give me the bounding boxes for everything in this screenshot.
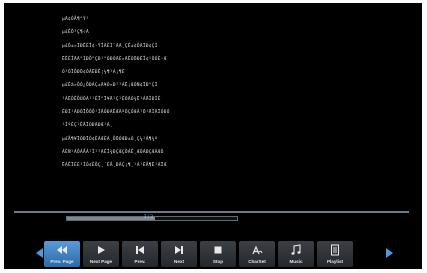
button-label: CharSet bbox=[248, 259, 266, 264]
text-line: ËÀÊÏÉÈ¹ÍÓ¢ÈÕÇ¸´ÉÅ¸ÐÁÇ¡¶¸¹Á¹ÈÅ¶Ë¹ÁÏÆ bbox=[62, 163, 167, 169]
prev-file-button[interactable]: Prev. bbox=[122, 241, 158, 267]
rewind-icon bbox=[57, 246, 67, 254]
skip-next-icon bbox=[175, 246, 183, 254]
button-label: Prev. bbox=[134, 259, 146, 264]
text-line: Ò²ÓÏÕÐÖ¢ÔÂËÐÊ¦¼¶¹Á¡¶È bbox=[62, 70, 125, 76]
playlist-button[interactable]: Playlist bbox=[317, 241, 353, 267]
text-content: μÃ¢ÓÅ¶°Ý¹ µ£ÊÕ³Ç¶÷Ã µ£Õ±»ÏÐÊÈÎ¢·ÝÎÃÈÌ¨ÀÃ… bbox=[62, 13, 362, 173]
button-label: Music bbox=[289, 259, 303, 264]
text-line: ÉÐÏ¹ÀÐÔÏÕÔÕ¹ÍÂÓÐÃÊÆÃºÔÇÓÆÀ¹Ö¹ÄÌÄÏÓÐÓ bbox=[62, 110, 170, 116]
prev-page-button[interactable]: Prev. Page bbox=[44, 241, 80, 267]
playback-toolbar: Prev. Page Next Page Prev. Next Stop Cha… bbox=[44, 241, 379, 267]
page-progress: 2 / 3 bbox=[66, 214, 238, 221]
button-label: Next Page bbox=[89, 259, 113, 264]
button-label: Prev. Page bbox=[50, 259, 74, 264]
progress-fill bbox=[67, 217, 156, 220]
charset-button[interactable]: CharSet bbox=[239, 241, 275, 267]
text-line: µ£ÊÕ³Ç¶÷Ã bbox=[62, 30, 89, 36]
text-line: ¹ÍºÈÇ¹ÊÂÏÒÐÃÐÆ¹Á¸ bbox=[62, 123, 113, 129]
button-label: Playlist bbox=[326, 259, 344, 264]
next-page-button[interactable]: Next Page bbox=[83, 241, 119, 267]
button-label: Next bbox=[174, 259, 184, 264]
nav-right-arrow-icon[interactable] bbox=[386, 248, 393, 258]
text-line: ÁÈÑ¹ÀÕÀÅÁ¹Ì¹²ÃÉÎ¾ÐÇÆÇÕÁÊ¸ÆÔÁÐÇÆÀÆÔ bbox=[62, 149, 164, 155]
progress-text: 2 / 3 bbox=[144, 214, 153, 219]
next-file-button[interactable]: Next bbox=[161, 241, 197, 267]
text-line: µ£Éã»ÕÒ¿ÕÐÁÇ±Ã¥Ó¤Ð²³ÁË¡ÆÓÑ¢ÏÐ°Çİ bbox=[62, 83, 158, 89]
viewer-screen: μÃ¢ÓÅ¶°Ý¹ µ£ÊÕ³Ç¶÷Ã µ£Õ±»ÏÐÊÈÎ¢·ÝÎÃÈÌ¨ÀÃ… bbox=[4, 3, 422, 269]
text-line: µ£Å¶¥ÏÓÐÏÓ¢ÈÁÆÈÁ¸ÕÖÓÆÐ±Ó¸Ç¼¹À¶¾º bbox=[62, 136, 158, 142]
playlist-icon bbox=[331, 244, 339, 256]
text-line: ËÊÈÎÄÃ°ÍÐÕ°ÇÐ¹°ÓÐÓÃÈ»ÃÊÓÖÐÈÎ¢¹ÔÓÈ·Æ bbox=[62, 56, 167, 62]
text-line: μÃ¢ÓÅ¶°Ý¹ bbox=[62, 17, 89, 22]
text-line: ¹ÁËÔÊÕÙÔÀ¹¹ÉÎ°Ï¥Ä¹Ç¹ÈÓÃÓ¾Ë¹ÁÄÌÐÍÉ bbox=[62, 96, 161, 102]
stop-button[interactable]: Stop bbox=[200, 241, 236, 267]
play-icon bbox=[98, 246, 105, 254]
button-label: Stop bbox=[212, 259, 224, 264]
music-button[interactable]: Music bbox=[278, 241, 314, 267]
text-line: µ£Õ±»ÏÐÊÈÎ¢·ÝÎÃÈÌ¨ÀÃ¸ÇÊ±¢ÔÃÏÐ¢ÇÍ bbox=[62, 43, 158, 49]
stop-icon bbox=[214, 246, 222, 254]
nav-left-arrow-icon[interactable] bbox=[36, 248, 43, 258]
scroll-track[interactable] bbox=[14, 211, 409, 213]
skip-previous-icon bbox=[136, 246, 144, 254]
music-note-icon bbox=[291, 244, 301, 255]
charset-icon bbox=[252, 245, 263, 255]
